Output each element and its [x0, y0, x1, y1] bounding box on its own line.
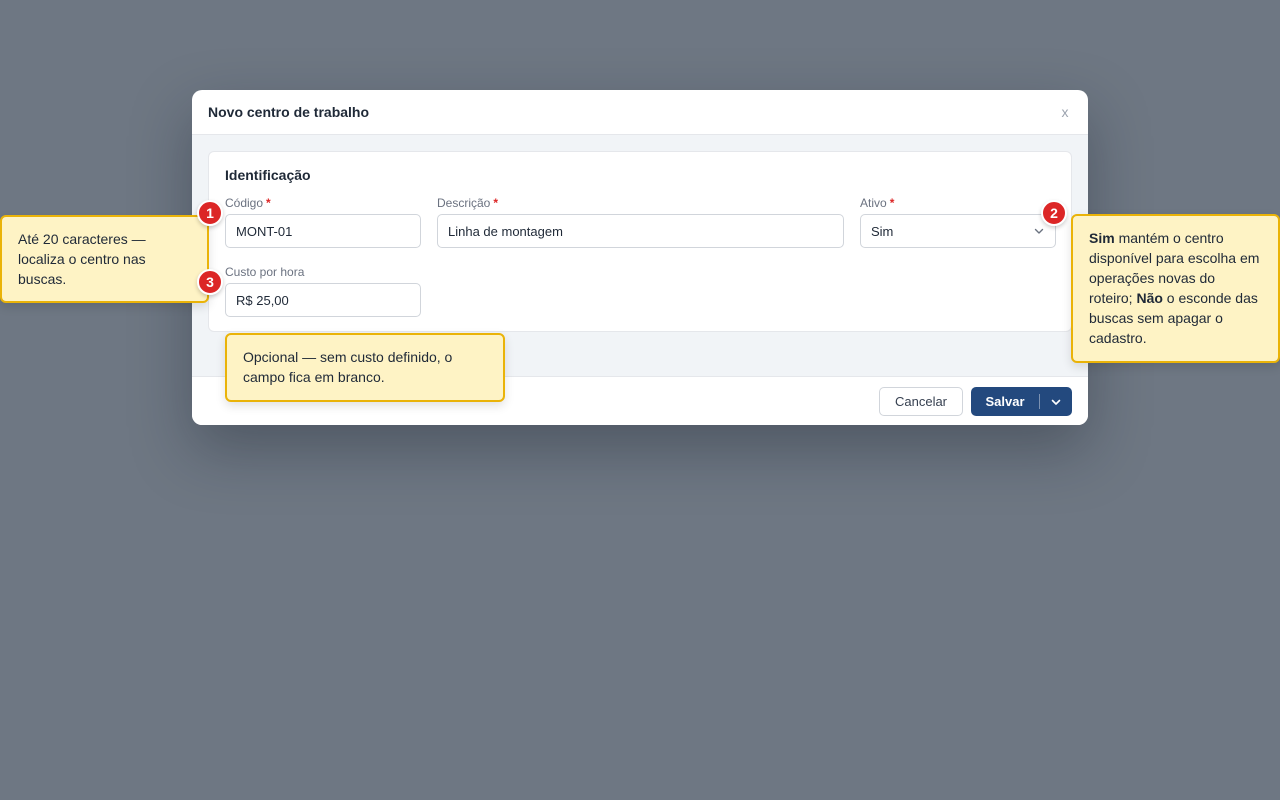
close-icon: x [1061, 104, 1069, 120]
callout-code-hint: Até 20 caracteres — localiza o centro na… [0, 215, 209, 303]
chevron-down-icon [1034, 228, 1044, 234]
annotation-badge-3: 3 [197, 269, 223, 295]
close-button[interactable]: x [1058, 104, 1072, 120]
description-label: Descrição * [437, 196, 498, 210]
description-input[interactable]: Linha de montagem [437, 214, 844, 248]
callout-text: Até 20 caracteres — localiza o centro na… [18, 231, 146, 287]
callout-strong-sim: Sim [1089, 230, 1115, 246]
section-title: Identificação [225, 167, 311, 183]
dialog-title: Novo centro de trabalho [208, 104, 370, 120]
callout-active-hint: Sim mantém o centro disponível para esco… [1071, 214, 1280, 363]
callout-text: Opcional — sem custo definido, o campo f… [243, 349, 453, 385]
chevron-down-icon [1051, 399, 1061, 405]
code-value: MONT-01 [236, 223, 293, 239]
required-marker: * [493, 196, 499, 210]
annotation-badge-1: 1 [197, 200, 223, 226]
required-marker: * [266, 196, 271, 210]
code-label: Código * [225, 196, 271, 210]
callout-strong-nao: Não [1136, 290, 1163, 306]
active-select[interactable]: Sim [860, 214, 1056, 248]
cost-per-hour-input[interactable]: R$ 25,00 [225, 283, 421, 317]
save-split-button: Salvar [971, 387, 1072, 416]
cost-label-text: Custo por hora [225, 265, 305, 279]
save-options-button[interactable] [1040, 387, 1072, 416]
active-value: Sim [871, 223, 894, 239]
code-input[interactable]: MONT-01 [225, 214, 421, 248]
annotation-badge-2: 2 [1041, 200, 1067, 226]
description-label-text: Descrição [437, 196, 491, 210]
active-label: Ativo * [860, 196, 894, 210]
cancel-button[interactable]: Cancelar [879, 387, 963, 416]
description-value: Linha de montagem [448, 223, 563, 239]
required-marker: * [889, 196, 895, 210]
identification-section: Identificação Código * MONT-01 Descrição *… [208, 151, 1072, 332]
cost-label: Custo por hora [225, 265, 304, 279]
code-label-text: Código [225, 196, 264, 210]
cost-value: R$ 25,00 [236, 292, 289, 308]
save-button[interactable]: Salvar [971, 387, 1039, 416]
callout-cost-hint: Opcional — sem custo definido, o campo f… [225, 333, 505, 402]
dialog-header: Novo centro de trabalho x [192, 90, 1088, 135]
active-label-text: Ativo [860, 196, 887, 210]
